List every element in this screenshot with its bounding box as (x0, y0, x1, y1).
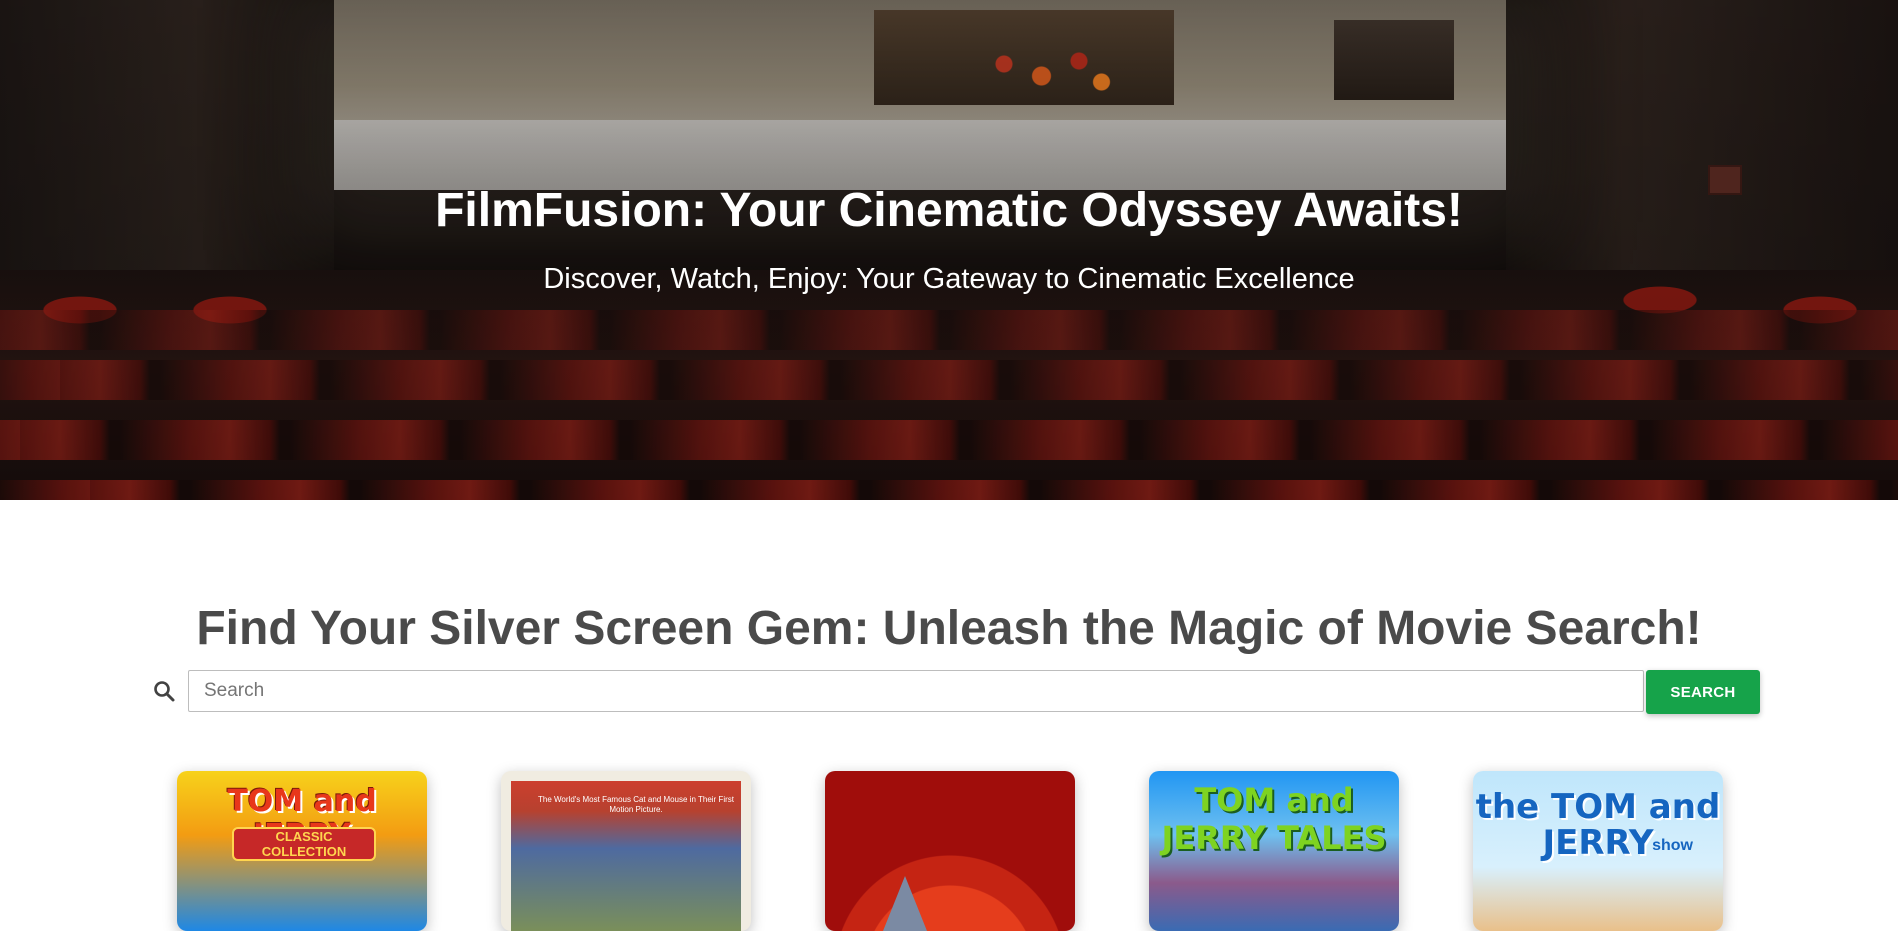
movie-poster: TOM and JERRY CLASSIC COLLECTION (177, 771, 427, 931)
poster-subtitle-art: CLASSIC COLLECTION (232, 827, 376, 861)
movie-poster: the TOM and JERRY show (1473, 771, 1723, 931)
movie-card[interactable] (825, 771, 1075, 931)
poster-cat-ear-art (883, 876, 927, 931)
movie-poster: The World's Most Famous Cat and Mouse in… (511, 781, 741, 931)
movie-card[interactable]: TOM and JERRY CLASSIC COLLECTION (177, 771, 427, 931)
search-button[interactable]: SEARCH (1646, 670, 1760, 714)
poster-tagline-art: The World's Most Famous Cat and Mouse in… (538, 795, 734, 814)
poster-title-art: TOM and JERRY TALES (1161, 781, 1387, 857)
search-input[interactable] (188, 670, 1644, 712)
hero-overlay (0, 0, 1898, 500)
hero-title: FilmFusion: Your Cinematic Odyssey Await… (435, 184, 1463, 237)
hero-banner: FilmFusion: Your Cinematic Odyssey Await… (0, 0, 1898, 500)
poster-subtitle-art: show (1652, 837, 1693, 854)
hero-subtitle: Discover, Watch, Enjoy: Your Gateway to … (543, 263, 1355, 295)
movie-poster (825, 771, 1075, 931)
search-heading: Find Your Silver Screen Gem: Unleash the… (196, 602, 1702, 655)
movie-poster: TOM and JERRY TALES (1149, 771, 1399, 931)
movie-card[interactable]: the TOM and JERRY show (1473, 771, 1723, 931)
movie-card[interactable]: TOM and JERRY TALES (1149, 771, 1399, 931)
search-icon (152, 679, 176, 703)
movie-card[interactable]: The World's Most Famous Cat and Mouse in… (501, 771, 751, 931)
